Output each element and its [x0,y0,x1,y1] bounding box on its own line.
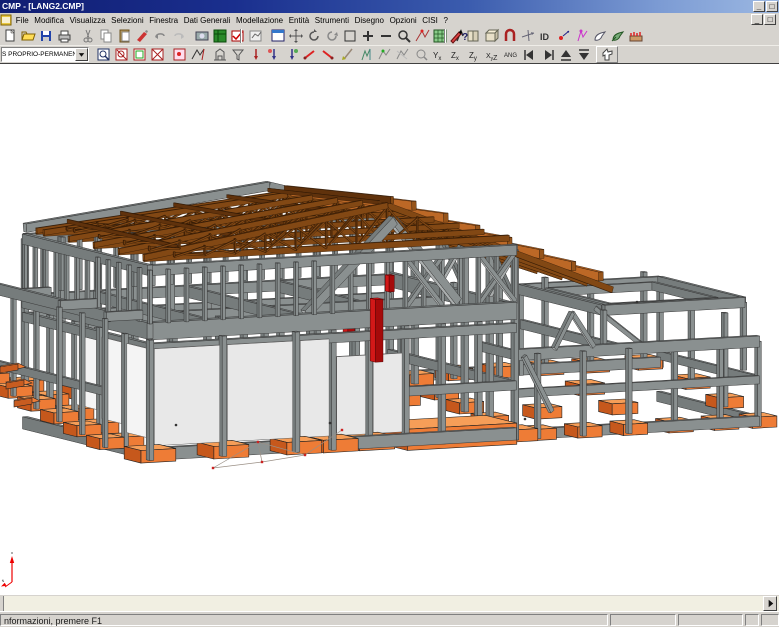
svg-text:Yx: Yx [433,51,441,62]
svg-text:ID: ID [540,32,550,42]
svg-text:XyZ: XyZ [486,53,498,62]
svg-text:Zy: Zy [469,51,477,62]
svg-text:ANG: ANG [504,53,517,59]
svg-text:Zx: Zx [451,51,459,62]
